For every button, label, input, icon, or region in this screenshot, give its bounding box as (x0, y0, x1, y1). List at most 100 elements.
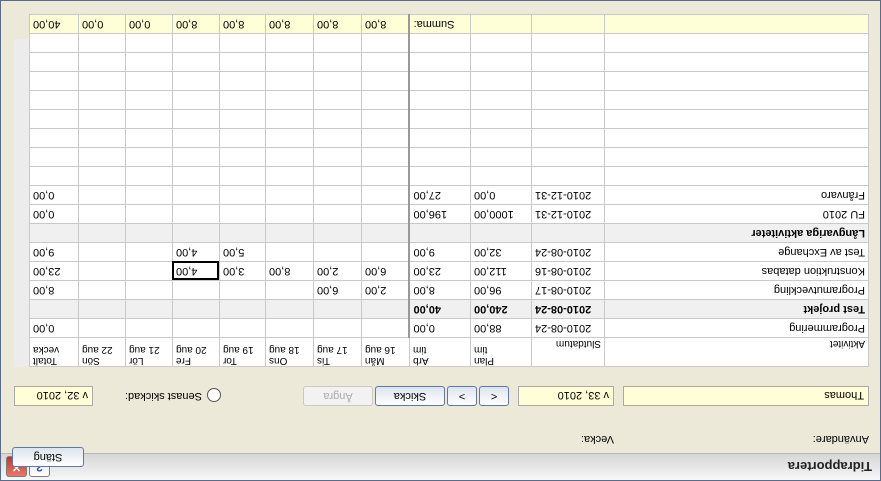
day-hours-cell[interactable] (78, 318, 126, 338)
empty-cell (219, 90, 266, 110)
empty-cell (531, 52, 605, 72)
day-hours-cell[interactable] (265, 185, 314, 205)
send-button[interactable]: Skicka (375, 386, 445, 406)
vertical-scrollbar[interactable] (14, 39, 30, 367)
user-field[interactable]: Thomas (623, 386, 869, 406)
next-week-button[interactable]: > (447, 386, 477, 406)
day-hours-cell[interactable] (78, 242, 126, 262)
group-empty-cell (361, 299, 410, 319)
arb-cell: 9,00 (409, 242, 471, 262)
day-hours-cell[interactable] (361, 242, 410, 262)
empty-cell (125, 33, 173, 53)
day-hours-cell[interactable] (125, 204, 173, 224)
col-total-header: Totalt vecka (29, 337, 79, 367)
day-hours-cell[interactable] (125, 261, 173, 281)
empty-cell (265, 90, 314, 110)
empty-cell (29, 128, 79, 148)
activity-cell: Konstruktion databas (604, 261, 869, 281)
day-hours-cell[interactable]: 6,00 (313, 280, 362, 300)
day-hours-cell[interactable] (172, 185, 220, 205)
day-hours-cell[interactable] (313, 204, 362, 224)
empty-cell (313, 90, 362, 110)
day-hours-cell[interactable] (172, 318, 220, 338)
empty-cell (604, 147, 869, 167)
day-hours-cell[interactable] (125, 185, 173, 205)
empty-cell (313, 109, 362, 129)
day-hours-cell[interactable] (172, 280, 220, 300)
week-field[interactable]: v 33, 2010 (518, 386, 614, 406)
day-hours-cell[interactable] (219, 185, 266, 205)
day-hours-cell[interactable] (265, 242, 314, 262)
empty-cell (78, 90, 126, 110)
empty-cell (409, 52, 471, 72)
day-hours-cell[interactable] (172, 204, 220, 224)
day-hours-cell[interactable] (361, 185, 410, 205)
day-hours-cell[interactable]: 5,00 (219, 242, 266, 262)
enddate-cell: 2010-08-16 (531, 261, 605, 281)
empty-cell (29, 109, 79, 129)
prev-week-button[interactable]: < (479, 386, 509, 406)
empty-cell (265, 33, 314, 53)
empty-cell (78, 166, 126, 186)
day-hours-cell[interactable]: 4,00 (172, 242, 220, 262)
empty-cell (409, 147, 471, 167)
empty-cell (219, 128, 266, 148)
sum-total-cell: 40,00 (29, 14, 79, 34)
day-hours-cell[interactable]: 4,00 (172, 261, 220, 281)
day-hours-cell[interactable] (265, 204, 314, 224)
plan-cell: 112,00 (470, 261, 532, 281)
day-hours-cell[interactable] (78, 261, 126, 281)
arb-cell: 27,00 (409, 185, 471, 205)
group-empty-cell (265, 299, 314, 319)
empty-cell (219, 166, 266, 186)
sum-day-cell: 0,00 (125, 14, 173, 34)
empty-cell (313, 33, 362, 53)
plan-cell: 32,00 (470, 242, 532, 262)
empty-cell (172, 147, 220, 167)
empty-cell (219, 109, 266, 129)
col-plan-header: Plan tim (470, 337, 532, 367)
empty-cell (361, 71, 410, 91)
day-hours-cell[interactable] (125, 318, 173, 338)
arb-cell: 8,00 (409, 280, 471, 300)
title-bar: Tidrapportera ? ✕ (1, 453, 880, 480)
day-hours-cell[interactable]: 3,00 (219, 261, 266, 281)
day-hours-cell[interactable] (219, 318, 266, 338)
group-empty-cell (29, 299, 79, 319)
day-hours-cell[interactable] (265, 280, 314, 300)
last-sent-indicator (207, 388, 221, 402)
day-hours-cell[interactable]: 2,00 (313, 261, 362, 281)
arb-cell (409, 223, 471, 243)
day-hours-cell[interactable] (361, 318, 410, 338)
day-hours-cell[interactable] (313, 185, 362, 205)
close-button[interactable]: Stäng (12, 447, 84, 467)
day-hours-cell[interactable]: 8,00 (265, 261, 314, 281)
empty-cell (361, 90, 410, 110)
empty-cell (125, 166, 173, 186)
undo-button[interactable]: Ångra (303, 386, 373, 406)
sum-day-cell: 8,00 (265, 14, 314, 34)
day-hours-cell[interactable] (219, 204, 266, 224)
day-hours-cell[interactable] (78, 204, 126, 224)
day-hours-cell[interactable] (313, 318, 362, 338)
table-row: Programmering 2010-08-24 88,00 0,00 0,00 (29, 318, 869, 338)
plan-cell: 240,00 (470, 299, 532, 319)
group-empty-cell (219, 223, 266, 243)
day-hours-cell[interactable]: 2,00 (361, 280, 410, 300)
enddate-cell: 2010-08-24 (531, 299, 605, 319)
empty-cell (78, 147, 126, 167)
day-hours-cell[interactable] (125, 242, 173, 262)
day-hours-cell[interactable] (265, 318, 314, 338)
group-empty-cell (313, 223, 362, 243)
day-hours-cell[interactable] (78, 280, 126, 300)
day-hours-cell[interactable] (219, 280, 266, 300)
empty-cell (78, 33, 126, 53)
empty-cell (470, 166, 532, 186)
empty-cell (265, 52, 314, 72)
empty-cell (78, 128, 126, 148)
day-hours-cell[interactable] (313, 242, 362, 262)
day-hours-cell[interactable] (125, 280, 173, 300)
day-hours-cell[interactable] (78, 185, 126, 205)
day-hours-cell[interactable] (361, 204, 410, 224)
day-hours-cell[interactable]: 6,00 (361, 261, 410, 281)
